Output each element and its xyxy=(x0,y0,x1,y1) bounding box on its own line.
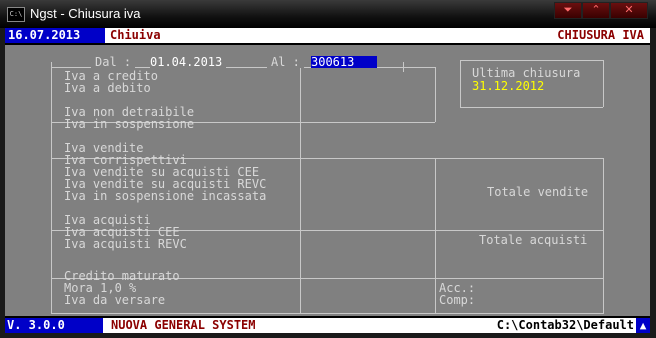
screen-title: CHIUSURA IVA xyxy=(557,28,644,42)
right-tick xyxy=(403,62,404,72)
ultima-box-left xyxy=(460,60,461,107)
console-area: 16.07.2013 Chiuiva CHIUSURA IVA Dal: 01… xyxy=(5,28,650,333)
dal-label: Dal : xyxy=(91,56,136,68)
al-input[interactable]: 300613 xyxy=(311,56,377,68)
totals-divider xyxy=(435,158,436,313)
totale-vendite-label: Totale vendite xyxy=(487,185,589,199)
ultima-chiusura-date: 31.12.2012 xyxy=(472,79,545,93)
system-name: NUOVA GENERAL SYSTEM xyxy=(111,318,256,332)
label-iva-in-sospensione: Iva in sospensione xyxy=(64,117,195,131)
al-label: Al : xyxy=(267,56,304,68)
ultima-box-bottom xyxy=(460,107,603,108)
ultima-box-right xyxy=(603,60,604,107)
label-iva-acquisti-revc: Iva acquisti REVC xyxy=(64,237,187,251)
ultima-chiusura-label: Ultima chiusura xyxy=(472,66,581,80)
title-bar[interactable]: C:\ Ngst - Chiusura iva ⏷ ⌃ ✕ xyxy=(0,0,656,28)
up-arrow-icon[interactable]: ▲ xyxy=(636,318,650,333)
current-date: 16.07.2013 xyxy=(5,28,105,43)
right-border-upper xyxy=(435,67,436,122)
bottom-border xyxy=(51,313,604,314)
app-window: C:\ Ngst - Chiusura iva ⏷ ⌃ ✕ 16.07.2013… xyxy=(0,0,656,338)
status-bar: V. 3.0.0 NUOVA GENERAL SYSTEM C:\Contab3… xyxy=(5,318,650,333)
dal-value[interactable]: 01.04.2013 xyxy=(150,56,227,68)
label-iva-sospensione-incassata: Iva in sospensione incassata xyxy=(64,189,267,203)
window-controls: ⏷ ⌃ ✕ xyxy=(554,2,648,19)
data-path: C:\Contab32\Default xyxy=(496,318,634,332)
middle-divider xyxy=(300,67,301,313)
program-name: Chiuiva xyxy=(110,28,161,42)
close-button[interactable]: ✕ xyxy=(610,2,648,19)
ultima-box-top xyxy=(460,60,603,61)
version-label: V. 3.0.0 xyxy=(5,318,103,333)
console-app-icon: C:\ xyxy=(7,7,25,22)
comp-label: Comp: xyxy=(439,293,476,307)
minimize-button[interactable]: ⏷ xyxy=(554,2,582,19)
label-iva-da-versare: Iva da versare xyxy=(64,293,166,307)
form-panel: Dal : 01.04.2013 Al : 300613 Ultima chiu… xyxy=(5,45,650,316)
totale-acquisti-label: Totale acquisti xyxy=(479,233,588,247)
window-title: Ngst - Chiusura iva xyxy=(30,6,141,21)
maximize-button[interactable]: ⌃ xyxy=(582,2,610,19)
header-bar: 16.07.2013 Chiuiva CHIUSURA IVA xyxy=(5,28,650,43)
left-border xyxy=(51,67,52,313)
right-border-lower xyxy=(603,158,604,313)
label-iva-a-debito: Iva a debito xyxy=(64,81,151,95)
